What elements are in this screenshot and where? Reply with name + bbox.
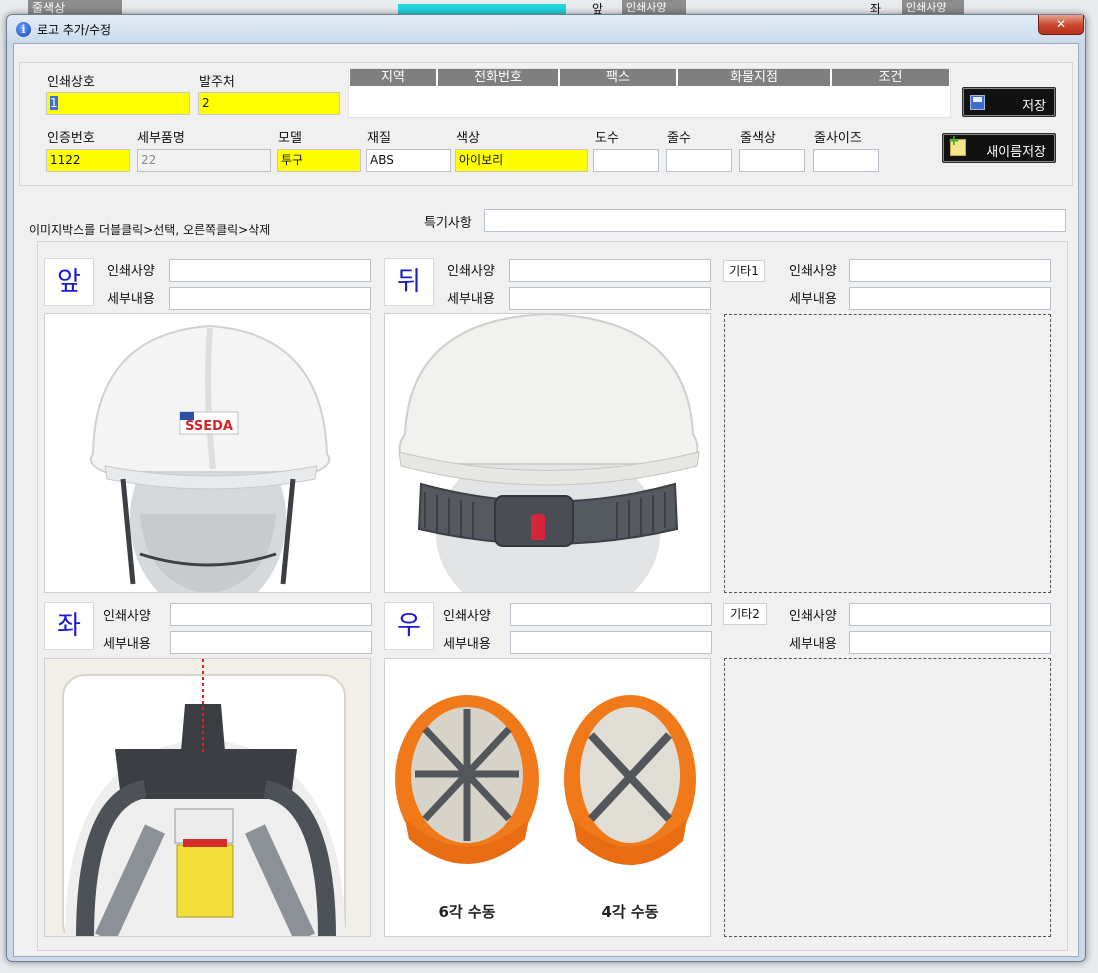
etc1-detail-label: 세부내용 bbox=[789, 292, 837, 307]
helmet-top-image bbox=[45, 659, 370, 936]
grid-header-freight[interactable]: 화물지점 bbox=[678, 69, 830, 86]
color-input[interactable]: 아이보리 bbox=[455, 149, 588, 172]
image-hint-text: 이미지박스를 더블클릭>선택, 오른쪽클릭>삭제 bbox=[29, 223, 271, 237]
save-as-button[interactable]: 새이름저장 bbox=[942, 133, 1056, 163]
etc2-tag: 기타2 bbox=[723, 603, 767, 625]
front-image-box[interactable]: SSEDA bbox=[44, 313, 371, 593]
bg-print-spec-1: 인쇄사양 bbox=[622, 0, 686, 14]
title-bar[interactable]: i 로고 추가/수정 ✕ bbox=[7, 15, 1085, 43]
line-color-label: 줄색상 bbox=[740, 131, 776, 146]
left-tag: 좌 bbox=[44, 602, 94, 650]
orderer-label: 발주처 bbox=[199, 75, 235, 90]
brand-logo-text: SSEDA bbox=[185, 419, 233, 434]
floppy-disk-icon bbox=[970, 95, 985, 110]
save-as-button-label: 새이름저장 bbox=[986, 145, 1046, 160]
etc2-detail-input[interactable] bbox=[849, 631, 1051, 654]
color-label: 색상 bbox=[456, 131, 480, 146]
front-spec-input[interactable] bbox=[169, 259, 371, 282]
notes-input[interactable] bbox=[484, 209, 1066, 232]
grid-header-condition[interactable]: 조건 bbox=[832, 69, 949, 86]
right-tag: 우 bbox=[384, 602, 434, 650]
caption-6-point: 6각 수동 bbox=[438, 903, 495, 921]
degree-input[interactable] bbox=[593, 149, 659, 172]
right-detail-input[interactable] bbox=[510, 631, 712, 654]
print-company-input[interactable]: 1 bbox=[46, 92, 190, 115]
left-image-box[interactable] bbox=[44, 658, 371, 937]
helmet-interior-image: 6각 수동 4각 수동 bbox=[385, 659, 710, 936]
material-input[interactable]: ABS bbox=[366, 149, 451, 172]
left-detail-input[interactable] bbox=[170, 631, 372, 654]
back-spec-input[interactable] bbox=[509, 259, 711, 282]
detail-item-input: 22 bbox=[137, 149, 271, 172]
save-button[interactable]: 저장 bbox=[962, 87, 1056, 117]
info-icon: i bbox=[16, 22, 31, 37]
cert-no-input[interactable]: 1122 bbox=[46, 149, 130, 172]
back-detail-input[interactable] bbox=[509, 287, 711, 310]
close-button[interactable]: ✕ bbox=[1038, 15, 1084, 35]
line-color-input[interactable] bbox=[739, 149, 805, 172]
etc1-detail-input[interactable] bbox=[849, 287, 1051, 310]
etc1-spec-label: 인쇄사양 bbox=[789, 264, 837, 279]
model-label: 모델 bbox=[278, 131, 302, 146]
cert-no-label: 인증번호 bbox=[47, 131, 95, 146]
dialog-title: 로고 추가/수정 bbox=[37, 23, 112, 37]
back-image-box[interactable] bbox=[384, 313, 711, 593]
front-detail-label: 세부내용 bbox=[107, 292, 155, 307]
save-button-label: 저장 bbox=[1022, 99, 1046, 114]
bg-print-spec-2: 인쇄사양 bbox=[902, 0, 964, 14]
right-detail-label: 세부내용 bbox=[443, 637, 491, 652]
right-spec-label: 인쇄사양 bbox=[443, 609, 491, 624]
detail-item-label: 세부품명 bbox=[137, 131, 185, 146]
front-detail-input[interactable] bbox=[169, 287, 371, 310]
degree-label: 도수 bbox=[595, 131, 619, 146]
left-spec-input[interactable] bbox=[170, 603, 372, 626]
right-image-box[interactable]: 6각 수동 4각 수동 bbox=[384, 658, 711, 937]
back-detail-label: 세부내용 bbox=[447, 292, 495, 307]
etc1-tag: 기타1 bbox=[723, 260, 765, 282]
helmet-front-image: SSEDA bbox=[45, 314, 370, 592]
left-detail-label: 세부내용 bbox=[103, 637, 151, 652]
caption-4-point: 4각 수동 bbox=[601, 903, 658, 921]
grid-header-region[interactable]: 지역 bbox=[350, 69, 436, 86]
grid-header-phone[interactable]: 전화번호 bbox=[438, 69, 558, 86]
model-input[interactable]: 투구 bbox=[277, 149, 361, 172]
etc1-spec-input[interactable] bbox=[849, 259, 1051, 282]
print-company-value: 1 bbox=[50, 96, 58, 110]
right-spec-input[interactable] bbox=[510, 603, 712, 626]
dialog-client-area: 인쇄상호 1 발주처 2 지역 전화번호 팩스 화물지점 조건 인증번호 세부품… bbox=[13, 43, 1079, 957]
back-spec-label: 인쇄사양 bbox=[447, 264, 495, 279]
etc2-image-box[interactable] bbox=[724, 658, 1051, 937]
logo-edit-dialog: i 로고 추가/수정 ✕ 인쇄상호 1 발주처 2 지역 전화번호 팩스 화물지… bbox=[6, 14, 1086, 962]
back-tag: 뒤 bbox=[384, 258, 434, 306]
info-group: 인쇄상호 1 발주처 2 지역 전화번호 팩스 화물지점 조건 인증번호 세부품… bbox=[19, 62, 1073, 186]
new-document-icon bbox=[948, 133, 966, 156]
lines-input[interactable] bbox=[666, 149, 732, 172]
helmet-back-image bbox=[385, 314, 710, 592]
left-spec-label: 인쇄사양 bbox=[103, 609, 151, 624]
etc2-spec-input[interactable] bbox=[849, 603, 1051, 626]
notes-label: 특기사항 bbox=[424, 216, 472, 231]
front-spec-label: 인쇄사양 bbox=[107, 264, 155, 279]
print-company-label: 인쇄상호 bbox=[47, 75, 95, 90]
material-label: 재질 bbox=[367, 131, 391, 146]
line-size-label: 줄사이즈 bbox=[814, 131, 862, 146]
line-size-input[interactable] bbox=[813, 149, 879, 172]
front-tag: 앞 bbox=[44, 258, 94, 306]
etc1-image-box[interactable] bbox=[724, 314, 1051, 593]
grid-header-fax[interactable]: 팩스 bbox=[560, 69, 676, 86]
lines-label: 줄수 bbox=[667, 131, 691, 146]
orderer-input[interactable]: 2 bbox=[198, 92, 340, 115]
etc2-spec-label: 인쇄사양 bbox=[789, 609, 837, 624]
etc2-detail-label: 세부내용 bbox=[789, 637, 837, 652]
